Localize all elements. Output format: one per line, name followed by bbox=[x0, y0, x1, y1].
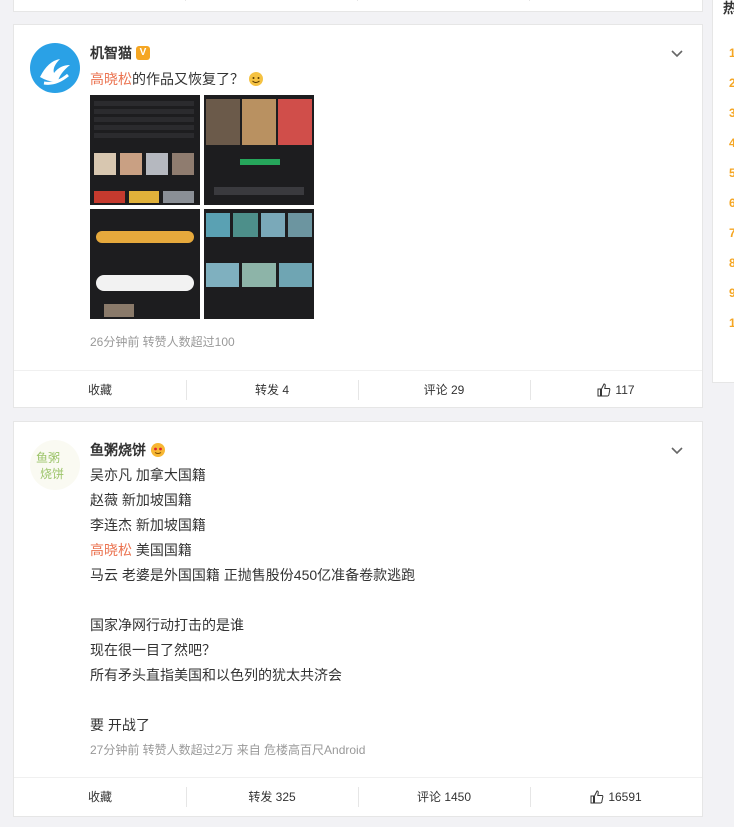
username-text[interactable]: 机智猫 bbox=[90, 43, 132, 63]
username[interactable]: 机智猫 V bbox=[90, 43, 150, 63]
chevron-down-icon[interactable] bbox=[670, 47, 684, 61]
cat-logo-icon bbox=[40, 59, 70, 85]
repost-label: 转发 4 bbox=[254, 383, 289, 397]
collect-label: 收藏 bbox=[87, 790, 112, 804]
rank-number[interactable]: 1 bbox=[729, 316, 734, 330]
username[interactable]: 鱼粥烧饼 bbox=[90, 440, 166, 460]
image-grid bbox=[90, 95, 316, 321]
rank-number[interactable]: 7 bbox=[729, 226, 734, 240]
post-text-line: 马云 老婆是外国国籍 正抛售股份450亿准备卷款逃跑 bbox=[90, 567, 416, 583]
post-image[interactable] bbox=[90, 95, 200, 205]
post-actions: 收藏 转发 4 评论 29 117 bbox=[14, 370, 702, 408]
post-image[interactable] bbox=[90, 209, 200, 319]
emoji-icon bbox=[248, 72, 263, 86]
divider bbox=[529, 0, 530, 1]
avatar[interactable]: 鱼粥 烧饼 bbox=[30, 440, 80, 490]
rank-number[interactable]: 5 bbox=[729, 166, 734, 180]
mention-link[interactable]: 高晓松 bbox=[90, 71, 132, 87]
post-meta: 27分钟前 转赞人数超过2万 来自 危楼高百尺Android bbox=[90, 743, 366, 757]
like-button[interactable]: 117 bbox=[530, 371, 702, 408]
divider bbox=[357, 0, 358, 1]
post-actions: 收藏 转发 325 评论 1450 16591 bbox=[14, 777, 702, 815]
svg-text:烧饼: 烧饼 bbox=[40, 467, 64, 481]
post-image[interactable] bbox=[204, 209, 314, 319]
thumbs-up-icon bbox=[597, 382, 611, 396]
previous-post-card bbox=[13, 0, 703, 12]
post-text-line: 高晓松 美国国籍 bbox=[90, 540, 192, 560]
rank-number[interactable]: 3 bbox=[729, 106, 734, 120]
rank-number[interactable]: 6 bbox=[729, 196, 734, 210]
post-text: 高晓松的作品又恢复了？ bbox=[90, 69, 264, 89]
like-count: 16591 bbox=[608, 789, 642, 804]
post-text-line: 李连杰 新加坡国籍 bbox=[90, 517, 206, 533]
post-image[interactable] bbox=[204, 95, 314, 205]
thumbs-up-icon bbox=[590, 789, 604, 803]
post-card: 机智猫 V 高晓松的作品又恢复了？ 26分钟前 转赞人数超过100 收藏 转发 … bbox=[13, 24, 703, 408]
post-card: 鱼粥 烧饼 鱼粥烧饼 吴亦凡 加拿大国籍 赵薇 新加坡国籍 李连杰 新加坡国籍 … bbox=[13, 421, 703, 817]
rank-number[interactable]: 9 bbox=[729, 286, 734, 300]
like-count: 117 bbox=[615, 382, 635, 397]
rank-number[interactable]: 4 bbox=[729, 136, 734, 150]
doodle-avatar-icon: 鱼粥 烧饼 bbox=[36, 451, 64, 481]
emoji-badge-icon bbox=[151, 443, 165, 457]
rank-number[interactable]: 1 bbox=[729, 46, 734, 60]
post-meta: 26分钟前 转赞人数超过100 bbox=[90, 335, 235, 349]
post-text-line: 现在很一目了然吧？ bbox=[90, 642, 216, 658]
post-text-body: 的作品又恢复了？ bbox=[132, 71, 244, 87]
hot-search-sidebar: 热 1 2 3 4 5 6 7 8 9 1 bbox=[712, 0, 734, 383]
rank-number[interactable]: 8 bbox=[729, 256, 734, 270]
repost-button[interactable]: 转发 4 bbox=[186, 371, 358, 408]
rank-number[interactable]: 2 bbox=[729, 76, 734, 90]
avatar[interactable] bbox=[30, 43, 80, 93]
mention-link[interactable]: 高晓松 bbox=[90, 542, 132, 558]
chevron-down-icon[interactable] bbox=[670, 444, 684, 458]
collect-button[interactable]: 收藏 bbox=[14, 371, 186, 408]
divider bbox=[185, 0, 186, 1]
collect-label: 收藏 bbox=[87, 383, 112, 397]
repost-label: 转发 325 bbox=[248, 790, 296, 804]
post-text-line: 吴亦凡 加拿大国籍 bbox=[90, 467, 206, 483]
comment-label: 评论 1450 bbox=[416, 790, 472, 804]
sidebar-title: 热 bbox=[723, 0, 734, 16]
post-text-line: 要 开战了 bbox=[90, 717, 150, 733]
svg-text:鱼粥: 鱼粥 bbox=[36, 451, 60, 465]
post-text-line: 所有矛头直指美国和以色列的犹太共济会 bbox=[90, 667, 342, 683]
post-text-line: 赵薇 新加坡国籍 bbox=[90, 492, 192, 508]
post-text-body: 美国国籍 bbox=[132, 542, 192, 558]
repost-button[interactable]: 转发 325 bbox=[186, 778, 358, 815]
verified-badge-icon: V bbox=[136, 46, 150, 60]
collect-button[interactable]: 收藏 bbox=[14, 778, 186, 815]
comment-button[interactable]: 评论 29 bbox=[358, 371, 530, 408]
username-text[interactable]: 鱼粥烧饼 bbox=[90, 440, 146, 460]
like-button[interactable]: 16591 bbox=[530, 778, 702, 815]
comment-button[interactable]: 评论 1450 bbox=[358, 778, 530, 815]
comment-label: 评论 29 bbox=[423, 383, 465, 397]
post-text-line: 国家净网行动打击的是谁 bbox=[90, 617, 244, 633]
